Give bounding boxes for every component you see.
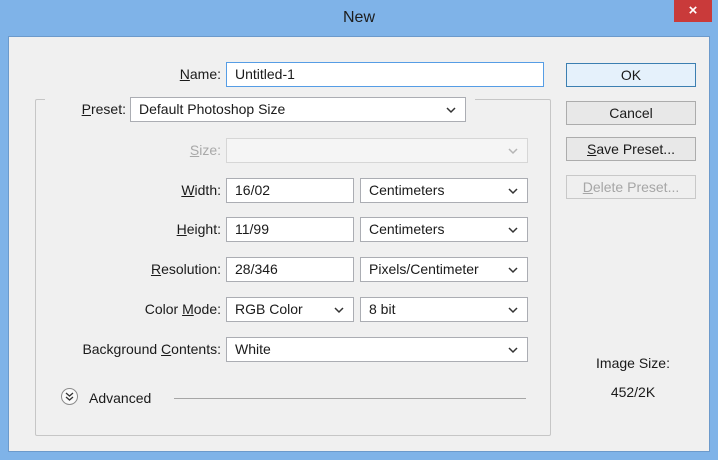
bit-depth-select[interactable]: 8 bit bbox=[360, 297, 528, 322]
width-label: Width: bbox=[181, 182, 221, 198]
advanced-divider bbox=[174, 398, 526, 399]
resolution-label: Resolution: bbox=[150, 261, 221, 277]
bit-depth-value: 8 bit bbox=[369, 301, 396, 317]
preset-select-value: Default Photoshop Size bbox=[139, 101, 286, 117]
name-label: Name: bbox=[179, 66, 221, 82]
title-bar[interactable]: New × bbox=[0, 0, 718, 36]
image-size-value: 452/2K bbox=[610, 384, 656, 400]
preset-select[interactable]: Default Photoshop Size bbox=[130, 97, 466, 122]
double-chevron-down-icon bbox=[65, 392, 74, 401]
chevron-down-icon bbox=[507, 139, 519, 162]
height-unit-select[interactable]: Centimeters bbox=[360, 217, 528, 242]
resolution-unit-value: Pixels/Centimeter bbox=[369, 261, 479, 277]
chevron-down-icon bbox=[507, 258, 519, 281]
close-icon: × bbox=[688, 2, 698, 19]
background-contents-value: White bbox=[235, 341, 271, 357]
chevron-down-icon bbox=[333, 298, 345, 321]
advanced-toggle-button[interactable] bbox=[61, 388, 78, 405]
width-input-value: 16/02 bbox=[235, 182, 271, 198]
background-contents-select[interactable]: White bbox=[226, 337, 528, 362]
resolution-input[interactable]: 28/346 bbox=[226, 257, 354, 282]
color-mode-select[interactable]: RGB Color bbox=[226, 297, 354, 322]
delete-preset-button: Delete Preset... bbox=[566, 175, 696, 199]
image-size-label: Image Size: bbox=[596, 355, 670, 371]
preset-label: Preset: bbox=[81, 101, 126, 117]
width-unit-select[interactable]: Centimeters bbox=[360, 178, 528, 203]
name-input-value: Untitled-1 bbox=[235, 66, 295, 82]
size-label: Size: bbox=[189, 142, 221, 158]
background-contents-label: Background Contents: bbox=[82, 341, 221, 357]
close-button[interactable]: × bbox=[674, 0, 712, 22]
chevron-down-icon bbox=[445, 98, 457, 121]
resolution-unit-select[interactable]: Pixels/Centimeter bbox=[360, 257, 528, 282]
new-document-dialog: New × Name: Untitled-1 Preset: Default P… bbox=[0, 0, 718, 460]
ok-button[interactable]: OK bbox=[566, 63, 696, 87]
height-label: Height: bbox=[176, 221, 221, 237]
height-input-value: 11/99 bbox=[235, 221, 269, 237]
advanced-label[interactable]: Advanced bbox=[89, 390, 151, 406]
size-select bbox=[226, 138, 528, 163]
width-unit-value: Centimeters bbox=[369, 182, 445, 198]
width-input[interactable]: 16/02 bbox=[226, 178, 354, 203]
name-input[interactable]: Untitled-1 bbox=[226, 62, 544, 87]
chevron-down-icon bbox=[507, 338, 519, 361]
resolution-input-value: 28/346 bbox=[235, 261, 278, 277]
chevron-down-icon bbox=[507, 179, 519, 202]
color-mode-value: RGB Color bbox=[235, 301, 303, 317]
chevron-down-icon bbox=[507, 218, 519, 241]
chevron-down-icon bbox=[507, 298, 519, 321]
cancel-button[interactable]: Cancel bbox=[566, 101, 696, 125]
color-mode-label: Color Mode: bbox=[144, 301, 221, 317]
save-preset-button[interactable]: Save Preset... bbox=[566, 137, 696, 161]
window-title: New bbox=[342, 9, 375, 26]
height-input[interactable]: 11/99 bbox=[226, 217, 354, 242]
dialog-body: Name: Untitled-1 Preset: Default Photosh… bbox=[8, 36, 710, 452]
height-unit-value: Centimeters bbox=[369, 221, 445, 237]
